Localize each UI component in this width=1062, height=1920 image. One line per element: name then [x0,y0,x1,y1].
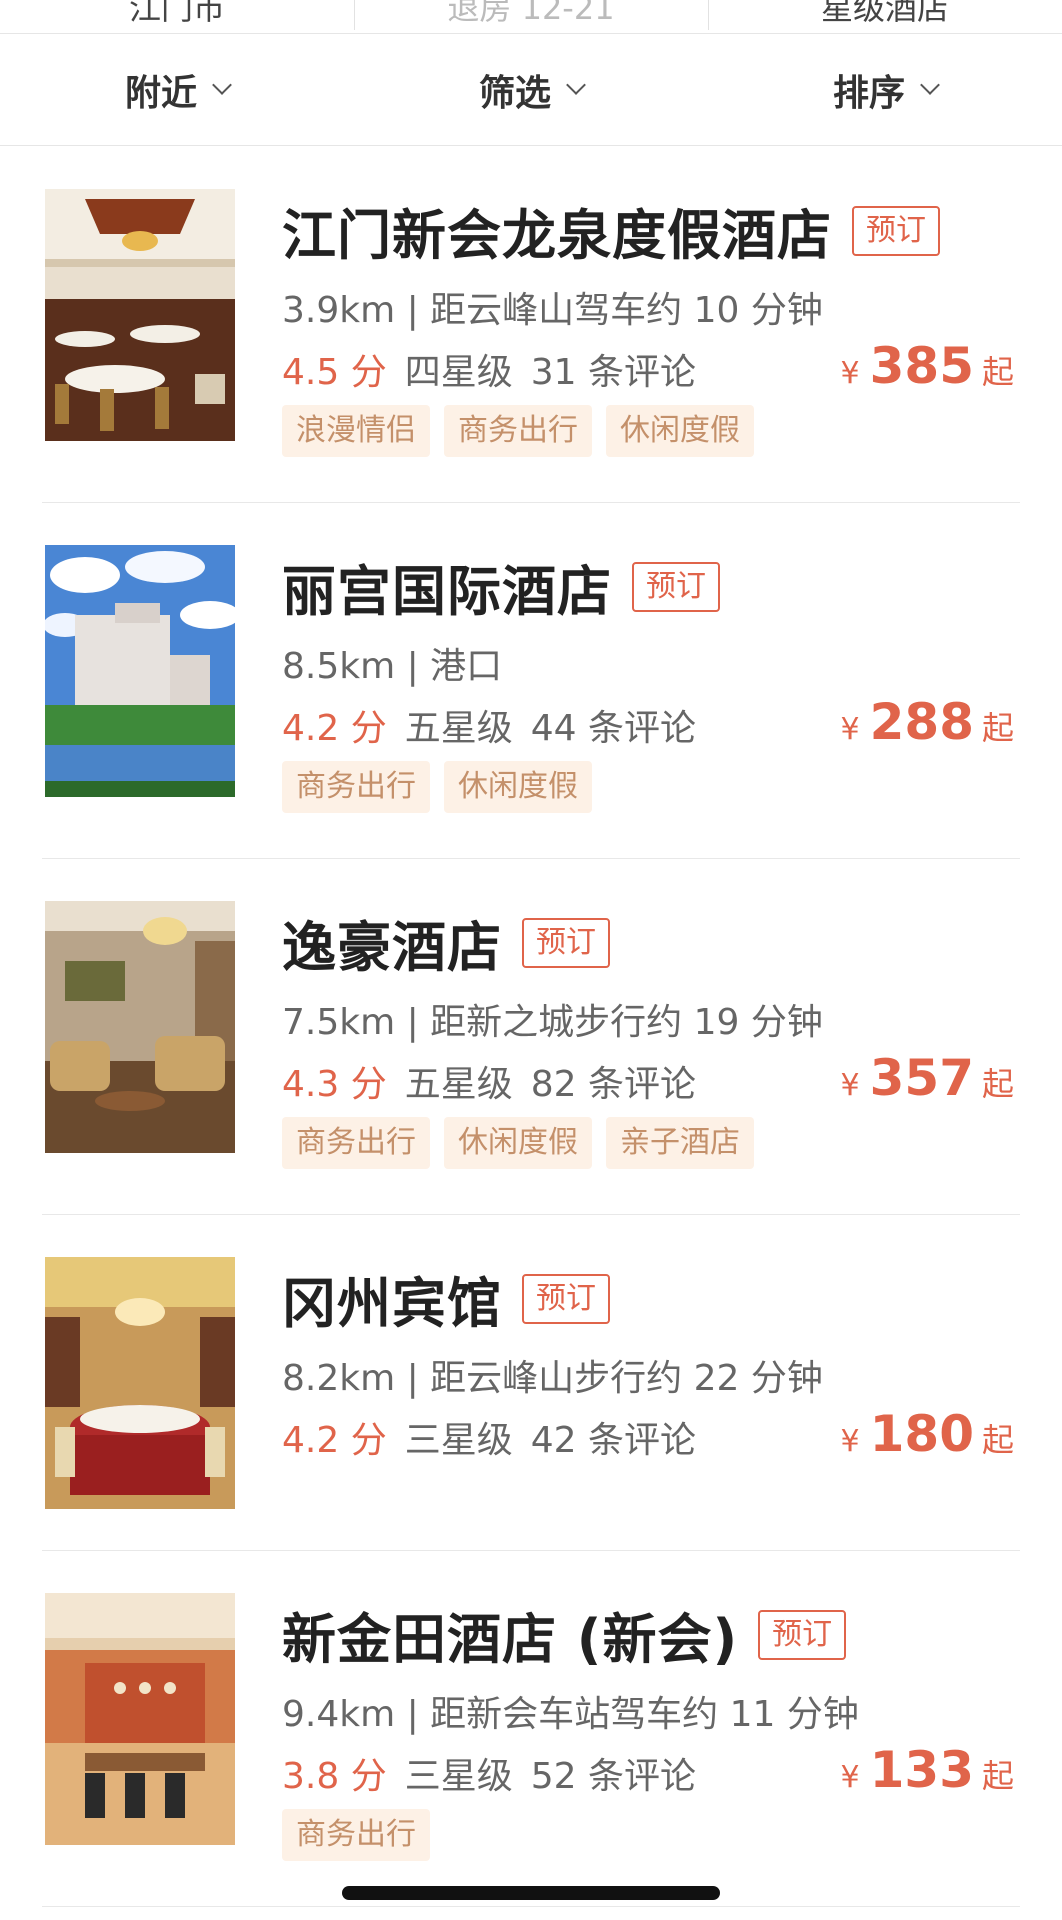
hotel-list: 江门新会龙泉度假酒店 预订 3.9km | 距云峰山驾车约 10 分钟 4.5 … [0,147,1062,1907]
sort-filter[interactable]: 排序 [708,34,1062,146]
hotel-review-count: 52 条评论 [530,1756,696,1797]
hotel-meta: 4.3 分五星级 82 条评论 [282,1055,696,1107]
price-value: 357 [869,1049,974,1107]
hotel-meta: 3.8 分三星级 52 条评论 [282,1747,696,1799]
hotel-review-count: 82 条评论 [530,1064,696,1105]
price-value: 288 [869,693,974,751]
filter-bar: 附近 筛选 排序 [0,34,1062,146]
price-value: 133 [869,1741,974,1799]
hotel-distance: 9.4km | 距新会车站驾车约 11 分钟 [282,1694,859,1735]
hotel-tag: 商务出行 [282,1117,430,1169]
hotel-star-level: 五星级 [404,708,513,749]
book-badge[interactable]: 预订 [758,1609,847,1660]
hotel-meta: 4.5 分四星级 31 条评论 [282,343,696,395]
hotel-tag: 休闲度假 [444,1117,592,1169]
hotel-card[interactable]: 丽宫国际酒店 预订 8.5km | 港口 4.2 分五星级 44 条评论 ¥288… [0,503,1062,859]
hotel-price: ¥180 起 [841,1405,1014,1463]
hotel-name: 冈州宾馆 [282,1272,502,1335]
hotel-distance: 7.5km | 距新之城步行约 19 分钟 [282,1002,823,1043]
hotel-name: 江门新会龙泉度假酒店 [282,204,832,267]
hotel-photo [45,189,235,441]
hotel-photo [45,545,235,797]
currency-symbol: ¥ [840,1760,860,1795]
hotel-star-level: 五星级 [404,1064,513,1105]
hotel-tags: 商务出行 休闲度假 [282,761,606,813]
chevron-down-icon [920,75,940,95]
chevron-down-icon [566,75,586,95]
hotel-tag: 休闲度假 [444,761,592,813]
hotel-meta: 4.2 分三星级 42 条评论 [282,1411,696,1463]
book-badge[interactable]: 预订 [522,917,610,968]
hotel-card[interactable]: 冈州宾馆 预订 8.2km | 距云峰山步行约 22 分钟 4.2 分三星级 42… [0,1215,1062,1551]
hotel-star-level: 四星级 [404,352,513,393]
hotel-score: 4.2 分 [282,1420,387,1461]
book-badge[interactable]: 预订 [522,1273,610,1324]
hotel-distance: 3.9km | 距云峰山驾车约 10 分钟 [282,290,823,331]
hotel-photo [45,1593,235,1845]
hotel-star-level: 三星级 [404,1420,513,1461]
search-summary-bar: 江门市 退房 12-21 星级酒店 [0,0,1062,34]
hotel-score: 4.3 分 [282,1064,387,1105]
date-selector[interactable]: 退房 12-21 [354,0,708,33]
currency-symbol: ¥ [840,1068,860,1103]
price-from-label: 起 [981,353,1014,391]
hotel-score: 3.8 分 [282,1756,387,1797]
hotel-tag: 亲子酒店 [606,1117,754,1169]
price-from-label: 起 [981,709,1014,747]
currency-symbol: ¥ [840,1424,860,1459]
currency-symbol: ¥ [840,712,860,747]
price-from-label: 起 [981,1421,1014,1459]
hotel-name: 逸豪酒店 [282,916,502,979]
price-value: 180 [869,1405,974,1463]
hotel-photo [45,1257,235,1509]
hotel-price: ¥385 起 [841,337,1014,395]
hotel-price: ¥133 起 [841,1741,1014,1799]
hotel-tag: 商务出行 [444,405,592,457]
hotel-meta: 4.2 分五星级 44 条评论 [282,699,696,751]
nearby-filter[interactable]: 附近 [0,34,354,146]
city-selector[interactable]: 江门市 [0,0,354,33]
hotel-photo [45,901,235,1153]
hotel-tags: 浪漫情侣 商务出行 休闲度假 [282,405,768,457]
divider [42,1906,1020,1907]
hotel-tag: 商务出行 [282,1809,430,1861]
price-from-label: 起 [981,1757,1014,1795]
hotel-review-count: 44 条评论 [530,708,696,749]
price-value: 385 [869,337,974,395]
hotel-price: ¥288 起 [841,693,1014,751]
chevron-down-icon [212,75,232,95]
hotel-tags: 商务出行 休闲度假 亲子酒店 [282,1117,768,1169]
hotel-score: 4.5 分 [282,352,387,393]
hotel-tag: 休闲度假 [606,405,754,457]
book-badge[interactable]: 预订 [852,205,940,256]
currency-symbol: ¥ [840,356,860,391]
hotel-name: 丽宫国际酒店 [282,560,612,623]
hotel-card[interactable]: 逸豪酒店 预订 7.5km | 距新之城步行约 19 分钟 4.3 分五星级 82… [0,859,1062,1215]
hotel-card[interactable]: 江门新会龙泉度假酒店 预订 3.9km | 距云峰山驾车约 10 分钟 4.5 … [0,147,1062,503]
hotel-review-count: 31 条评论 [530,352,696,393]
hotel-name: 新金田酒店 (新会) [282,1608,739,1671]
hotel-card[interactable]: 新金田酒店 (新会) 预订 9.4km | 距新会车站驾车约 11 分钟 3.8… [0,1551,1062,1907]
hotel-star-level: 三星级 [404,1756,513,1797]
screen-filter[interactable]: 筛选 [354,34,708,146]
hotel-tag: 商务出行 [282,761,430,813]
hotel-distance: 8.5km | 港口 [282,646,503,687]
hotel-price: ¥357 起 [841,1049,1014,1107]
hotel-type-selector[interactable]: 星级酒店 [708,0,1062,33]
hotel-review-count: 42 条评论 [530,1420,696,1461]
hotel-tags: 商务出行 [282,1809,444,1861]
hotel-distance: 8.2km | 距云峰山步行约 22 分钟 [282,1358,823,1399]
hotel-score: 4.2 分 [282,708,387,749]
price-from-label: 起 [981,1065,1014,1103]
home-indicator[interactable] [342,1886,720,1900]
hotel-tag: 浪漫情侣 [282,405,430,457]
book-badge[interactable]: 预订 [632,561,720,612]
